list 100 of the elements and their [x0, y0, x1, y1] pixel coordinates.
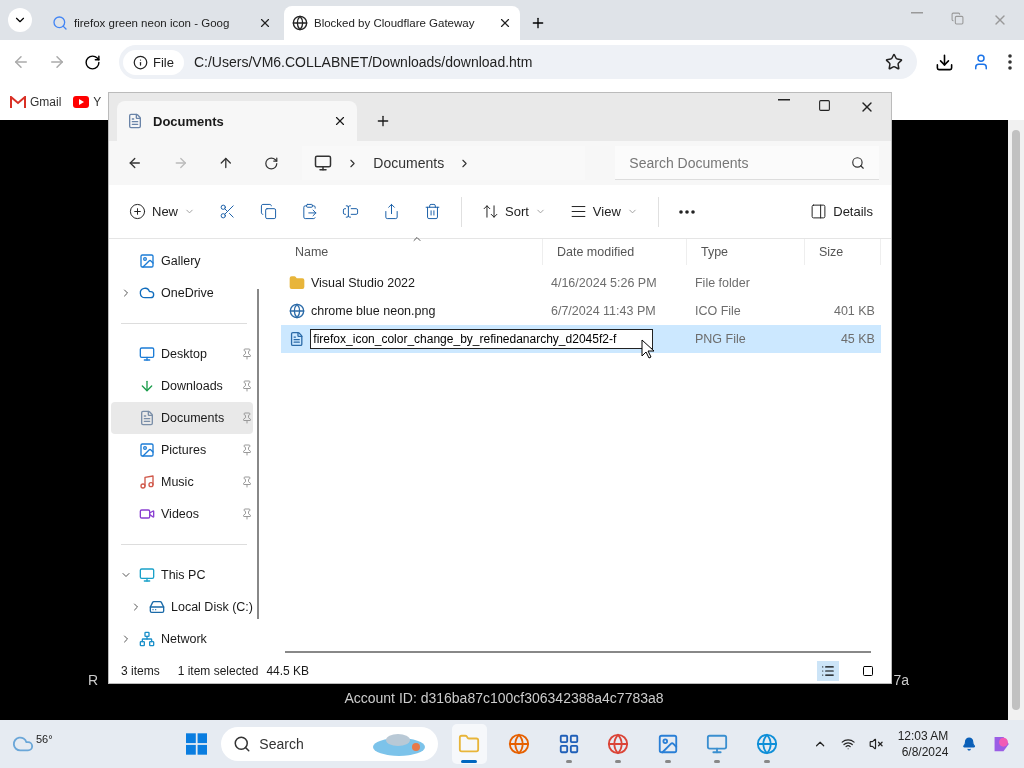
file-name-cell: Visual Studio 2022 — [280, 269, 543, 297]
sidebar-item[interactable]: Pictures — [111, 434, 253, 466]
clock[interactable]: 12:03 AM 6/8/2024 — [897, 728, 949, 760]
cut-icon — [219, 203, 236, 220]
explorer-tab[interactable]: Documents — [117, 101, 357, 141]
page-text: 7a — [893, 672, 909, 688]
sidebar-item[interactable]: Local Disk (C:) — [111, 591, 253, 623]
date-cell-text: 6/7/2024 11:43 PM — [549, 303, 657, 320]
download-icon — [935, 52, 954, 72]
search-field[interactable]: Search — [221, 727, 438, 761]
new-tab-icon — [530, 15, 546, 31]
cloud-icon — [139, 285, 155, 301]
type-cell-text: File folder — [693, 275, 751, 292]
bookmark[interactable]: Gmail — [10, 95, 62, 109]
network-icon — [139, 631, 155, 647]
sidebar-item[interactable]: OneDrive — [111, 277, 253, 309]
selection-size: 44.5 KB — [266, 664, 310, 678]
desktop-icon — [139, 346, 155, 362]
sidebar-item[interactable]: Videos — [111, 498, 253, 530]
sidebar-item[interactable]: Documents — [111, 402, 253, 434]
search-field[interactable]: Search Documents — [615, 146, 879, 180]
browser-icon — [607, 733, 630, 755]
weather-widget[interactable]: 56° — [12, 733, 110, 755]
bookmark[interactable]: Y — [73, 95, 102, 109]
browser-tab[interactable]: Blocked by Cloudflare Gateway — [284, 6, 520, 40]
selection-info: 1 item selected — [177, 664, 259, 678]
monitor-icon — [314, 154, 333, 172]
minimize-icon[interactable] — [778, 99, 790, 101]
sidebar-item[interactable]: Desktop — [111, 338, 253, 370]
close-icon — [258, 16, 272, 30]
rename-field[interactable]: firefox_icon_color_change_by_refinedanarchy_d2045f2-f — [310, 329, 653, 349]
plus-icon — [129, 203, 146, 220]
globe-icon — [292, 15, 308, 31]
list-icon — [821, 664, 835, 678]
item-count: 3 items — [121, 664, 160, 678]
list-icon — [569, 203, 587, 220]
sidebar-item[interactable]: This PC — [111, 559, 253, 591]
size-cell: 45 KB — [804, 325, 881, 353]
start-icon[interactable] — [185, 732, 208, 756]
sidebar-item[interactable]: Gallery — [111, 245, 253, 277]
play-icon — [73, 96, 90, 108]
breadcrumb-item[interactable]: Documents — [373, 155, 445, 171]
menu-icon[interactable] — [1008, 54, 1012, 70]
scrollbar[interactable] — [284, 651, 871, 653]
column-header[interactable]: Name — [280, 239, 543, 265]
folder-icon — [288, 275, 305, 291]
maximize-icon — [818, 99, 831, 112]
sort-icon — [482, 203, 499, 220]
drive-icon — [149, 599, 165, 615]
sidebar-item[interactable]: Music — [111, 466, 253, 498]
sidebar-item[interactable]: Downloads — [111, 370, 253, 402]
document-icon — [127, 113, 143, 129]
taskbar-app[interactable] — [451, 724, 488, 764]
photos-icon — [656, 733, 679, 755]
details-button[interactable]: Details — [806, 199, 877, 224]
download-icon — [139, 378, 155, 394]
info-icon — [133, 54, 148, 70]
mute-icon — [869, 736, 884, 752]
folder-icon — [458, 733, 481, 755]
page-text: R — [88, 672, 99, 688]
reload-icon — [84, 53, 101, 71]
column-header[interactable]: Type — [686, 239, 805, 265]
sidebar-item[interactable]: Network — [111, 623, 253, 655]
browser-tab[interactable]: firefox green neon icon - Goog — [44, 6, 280, 40]
account-id-text: Account ID: d316ba87c100cf306342388a4c7783a8 — [343, 689, 665, 706]
forward-icon — [48, 53, 66, 71]
search-icon — [851, 155, 865, 170]
search-highlight-icon — [371, 731, 426, 757]
toolbar-menu-button[interactable]: New — [125, 199, 199, 224]
details-view-button[interactable] — [817, 661, 839, 681]
close-icon — [498, 16, 512, 30]
site-info-chip[interactable]: File — [123, 49, 184, 75]
type-cell: PNG File — [686, 325, 805, 353]
column-header[interactable]: Date modified — [542, 239, 687, 265]
refresh-icon — [263, 155, 279, 171]
square-icon — [862, 665, 874, 677]
tab-search-button[interactable] — [8, 8, 32, 32]
toolbar-menu-button[interactable]: Sort — [478, 199, 550, 224]
scrollbar[interactable] — [1008, 120, 1024, 720]
monitor-icon — [139, 567, 155, 583]
address-bar[interactable]: File C:/Users/VM6.COLLABNET/Downloads/download.htm — [119, 45, 917, 79]
mail-icon — [10, 96, 26, 108]
share-icon — [383, 203, 400, 220]
music-icon — [139, 474, 155, 490]
details-pane-icon — [810, 203, 828, 220]
column-header[interactable]: Size — [804, 239, 881, 265]
date-cell-text: 4/16/2024 5:26 PM — [549, 275, 658, 292]
bookmark-star-icon — [885, 53, 903, 71]
search-icon — [233, 735, 252, 753]
restore-icon — [951, 12, 964, 25]
scrollbar[interactable] — [256, 289, 259, 619]
toolbar-menu-button[interactable]: View — [565, 199, 642, 224]
paste-icon — [301, 203, 318, 220]
file-name-cell: chrome blue neon.png — [280, 297, 543, 325]
document-icon — [139, 410, 155, 426]
more-icon — [678, 209, 695, 214]
network-icon — [841, 736, 856, 752]
type-cell-text: ICO File — [693, 303, 742, 320]
bell-icon — [962, 736, 977, 752]
picture-icon — [139, 442, 155, 458]
